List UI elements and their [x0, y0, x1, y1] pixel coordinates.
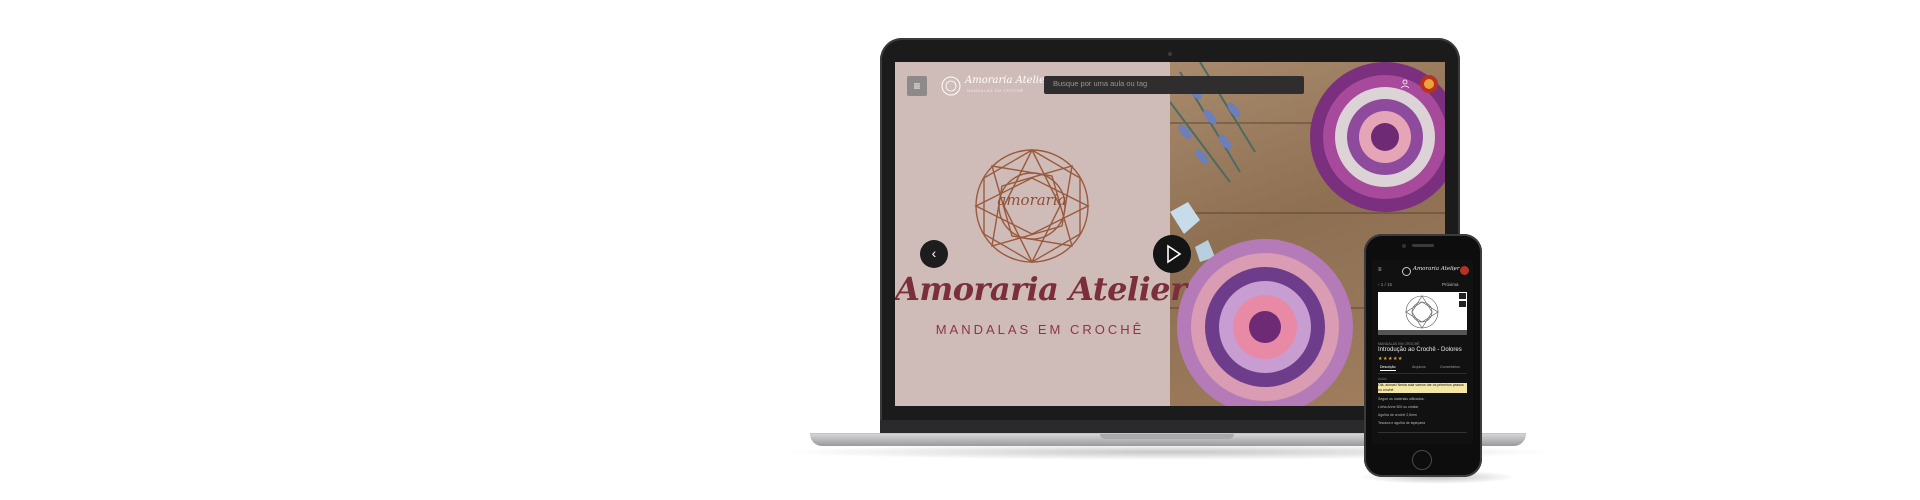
tab-description[interactable]: Descrição — [1380, 365, 1396, 371]
phone-rating-stars[interactable]: ★★★★★ — [1378, 356, 1403, 362]
phone-description-line: Agulha de crochê 2,5mm — [1378, 413, 1417, 417]
phone-brand-logo-icon[interactable] — [1402, 267, 1411, 276]
play-icon[interactable] — [1153, 235, 1191, 273]
phone-lesson-category: MANDALAS EM CROCHÊ — [1378, 342, 1420, 346]
phone-description-line: Segue os materiais utilizados: — [1378, 397, 1425, 401]
phone-video-player[interactable] — [1378, 292, 1467, 332]
phone-divider — [1378, 432, 1467, 439]
brand-name[interactable]: Amoraria Atelier — [965, 75, 1050, 86]
brand-tagline: MANDALAS EM CROCHÊ — [967, 88, 1024, 93]
settings-icon[interactable] — [1459, 301, 1466, 307]
phone-lesson-counter[interactable]: ‹ 1 / 15 — [1378, 282, 1392, 287]
hero-subtitle: MANDALAS EM CROCHÊ — [935, 322, 1145, 337]
search-placeholder: Busque por uma aula ou tag — [1053, 79, 1148, 88]
brand-logo-icon[interactable] — [940, 75, 962, 97]
mandala-logo-text: amoraria — [997, 191, 1067, 209]
phone-camera — [1402, 244, 1406, 248]
app-logo-icon[interactable] — [1419, 74, 1439, 94]
expand-icon[interactable] — [1459, 293, 1466, 299]
hero-title: Amoraria Atelier — [895, 270, 1187, 308]
laptop-camera — [1168, 52, 1172, 56]
phone-lesson-title: Introdução ao Crochê - Dolores — [1378, 347, 1462, 353]
phone-next-button[interactable]: Próxima — [1442, 282, 1459, 287]
laptop-screen: ≡ Amoraria Atelier MANDALAS EM CROCHÊ Bu… — [895, 62, 1445, 406]
phone-highlight-text: Olá, alunas! Nesta aula vamos dar os pri… — [1378, 383, 1467, 393]
phone-app-logo-icon[interactable] — [1460, 266, 1469, 275]
phone-description-line: Linha Anne 500 ou similar — [1378, 405, 1419, 409]
laptop-notch — [1100, 434, 1234, 439]
phone-tabs: Descrição Arquivos Comentários — [1378, 365, 1467, 374]
user-icon[interactable] — [1400, 79, 1410, 89]
phone-speaker — [1412, 244, 1434, 247]
chevron-left-icon[interactable]: ‹ — [920, 240, 948, 268]
phone-user-icon[interactable]: ○ — [1452, 267, 1455, 273]
tab-comments[interactable]: Comentários — [1440, 365, 1460, 369]
phone-section-label: Aulas — [1378, 377, 1387, 381]
phone-description-line: Tesoura e agulha de tapeçaria — [1378, 421, 1426, 425]
tab-files[interactable]: Arquivos — [1412, 365, 1426, 369]
phone-video-side-controls — [1459, 293, 1466, 313]
phone-menu-icon[interactable]: ≡ — [1378, 267, 1382, 273]
menu-icon[interactable]: ≡ — [907, 76, 927, 96]
phone-video-controls[interactable] — [1378, 330, 1467, 335]
phone-home-button[interactable] — [1412, 450, 1432, 470]
phone-screen: ≡ Amoraria Atelier ○ ‹ 1 / 15 Próxima MA… — [1372, 260, 1473, 444]
